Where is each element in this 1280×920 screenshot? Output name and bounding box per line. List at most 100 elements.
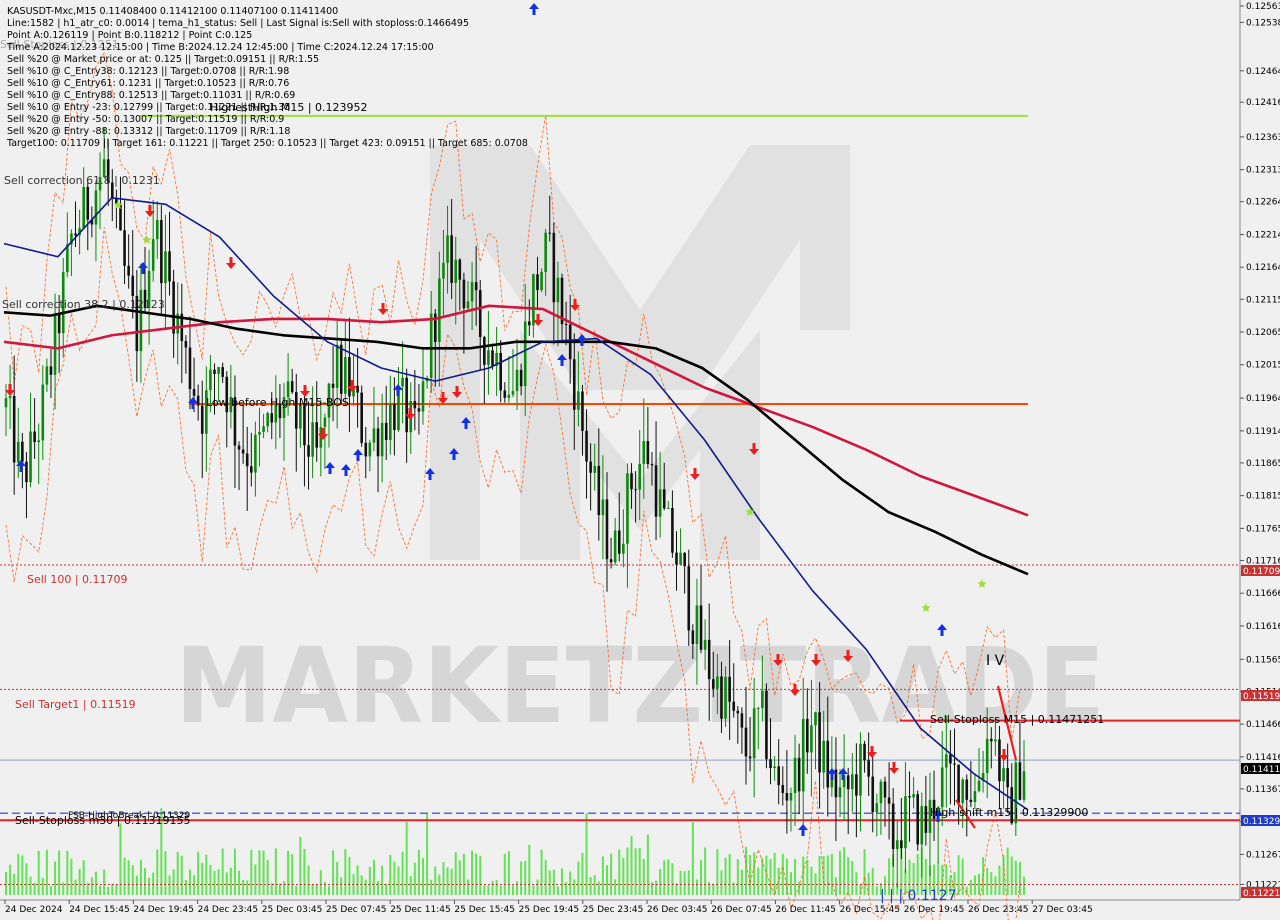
candle-body [789,793,793,801]
candle-body [920,806,924,845]
candle-body [949,754,952,764]
candle-body [998,739,1001,782]
volume-bar [520,861,523,895]
volume-bar [577,861,580,895]
volume-bar [965,886,968,895]
candle-body [254,434,257,473]
price-tick-label: 0.12065 [1246,328,1280,338]
candle-body [634,489,637,491]
volume-bar [417,849,420,895]
candle-body [450,235,453,283]
candle-body [577,391,580,410]
volume-bar [704,847,707,895]
candle-body [536,274,539,291]
volume-bar [295,885,298,895]
volume-bar [507,851,510,895]
info-line-4: Time A:2024.12.23 12:15:00 | Time B:2024… [6,42,434,53]
candle-body [777,766,780,786]
volume-bar [74,879,77,895]
volume-bar [716,849,719,895]
time-tick-label: 25 Dec 11:45 [390,905,451,915]
volume-bar [397,866,400,895]
candle-body [879,781,883,804]
volume-bar [961,858,964,895]
candle-body [940,767,944,808]
time-tick-label: 26 Dec 03:45 [647,905,708,915]
candle-body [348,357,351,397]
price-tick-label: 0.11416 [1246,753,1280,763]
candle-body [683,552,686,567]
trading-chart[interactable]: MARKETZITRADE HighestHigh M15 | 0.123952… [0,0,1280,920]
candle-body [241,449,245,454]
price-tick-label: 0.12313 [1246,166,1280,176]
candle-body [168,251,171,282]
price-tick-label: 0.11267 [1246,850,1280,860]
volume-bar [458,860,461,895]
candle-body [384,422,388,440]
price-tick-label: 0.11666 [1246,589,1280,599]
candle-body [994,739,997,742]
volume-bar [798,881,801,895]
candle-body [642,441,646,464]
volume-bar [90,877,93,895]
volume-bar [614,879,617,895]
volume-bar [973,875,976,895]
info-line-7: Sell %10 @ C_Entry61: 0.1231 || Target:0… [7,78,289,89]
candle-body [515,369,519,392]
candle-body [290,381,294,393]
info-line-12: Target100: 0.11709 || Target 161: 0.1122… [6,138,528,149]
candle-body [401,377,404,387]
candle-body [675,552,678,565]
volume-bar [495,880,498,895]
candle-body [413,401,417,409]
volume-bar [152,872,155,895]
volume-bar [479,855,482,895]
candle-body [969,799,973,803]
candle-body [703,639,707,650]
volume-bar [148,877,151,895]
volume-bar [94,871,97,895]
price-tick-label: 0.12015 [1246,361,1280,371]
volume-bar [789,872,792,895]
volume-bar [217,869,220,895]
volume-bar [205,854,208,895]
volume-bar [516,881,519,895]
candle-body [822,740,825,773]
volume-bar [381,865,384,895]
volume-bar [168,875,171,895]
candle-body [801,718,805,792]
volume-bar [761,857,764,895]
volume-bar [839,850,842,895]
time-tick-label: 26 Dec 07:45 [711,905,772,915]
volume-bar [258,850,261,895]
candle-body [200,405,204,434]
price-tick-label: 0.12264 [1246,198,1280,208]
candle-body [372,428,376,443]
candle-body [806,718,809,753]
price-tick-label: 0.11964 [1246,394,1280,404]
candle-body [360,392,363,443]
volume-bar [687,870,690,895]
candle-body [985,738,989,774]
label-sell-stoploss-m15: Sell-Stoploss M15 | 0.11471251 [930,713,1104,726]
candle-body [262,426,265,432]
candle-body [609,559,613,563]
label-low-before-high: Low before High M15-BOS [206,396,349,409]
volume-bar [802,856,805,895]
candle-body [82,186,85,229]
candle-body [405,377,408,433]
candle-body [164,251,167,284]
candle-body [699,605,703,650]
volume-bar [483,885,486,895]
label-fsb-high: FSB-HighToBreak | 0.11329 [68,811,190,821]
label-high-shift: High-shift m15 | 0.11329900 [930,806,1088,819]
time-tick-label: 25 Dec 07:45 [326,905,387,915]
volume-bar [773,852,776,895]
candle-body [250,466,253,473]
volume-bar [618,849,621,895]
candle-body [650,463,654,466]
volume-bar [728,854,731,895]
candle-body [973,791,977,803]
price-tag-highshift-text: 0.11329 [1243,817,1280,827]
candle-body [151,239,155,271]
